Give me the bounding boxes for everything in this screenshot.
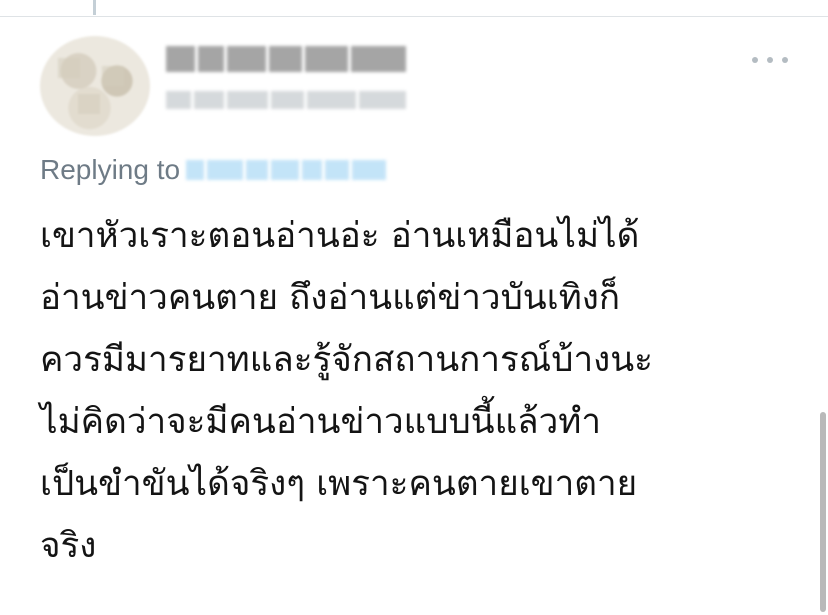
- avatar[interactable]: [40, 36, 150, 136]
- tweet-text-line: เขาหัวเราะตอนอ่านอ่ะ อ่านเหมือนไม่ได้: [40, 216, 640, 256]
- more-options-button[interactable]: [752, 50, 788, 70]
- tweet-text-line: ไม่คิดว่าจะมีคนอ่านข่าวแบบนี้แล้วทำ: [40, 402, 601, 442]
- tweet-text-line: เป็นขำขันได้จริงๆ เพราะคนตายเขาตาย: [40, 464, 638, 504]
- scrollbar-thumb[interactable]: [820, 412, 826, 612]
- more-horizontal-icon: [752, 57, 758, 63]
- reply-handle-link-redacted[interactable]: [186, 155, 392, 185]
- tweet-text: เขาหัวเราะตอนอ่านอ่ะ อ่านเหมือนไม่ได้ อ่…: [40, 205, 780, 577]
- top-divider: [0, 0, 828, 17]
- tweet-text-line: ควรมีมารยาทและรู้จักสถานการณ์บ้างนะ: [40, 340, 653, 380]
- more-horizontal-icon: [767, 57, 773, 63]
- more-horizontal-icon: [782, 57, 788, 63]
- author-display-name-redacted[interactable]: [166, 42, 406, 76]
- avatar-pixel: [102, 66, 124, 86]
- avatar-pixel: [78, 94, 100, 114]
- author-handle-redacted: [166, 86, 406, 114]
- tweet-text-line: จริง: [40, 526, 97, 566]
- replying-to-label: Replying to: [40, 154, 181, 185]
- tweet-text-line: อ่านข่าวคนตาย ถึงอ่านแต่ข่าวบันเทิงก็: [40, 278, 621, 318]
- replying-to-line: Replying to: [40, 150, 392, 190]
- avatar-pixel: [58, 58, 80, 78]
- thread-connector-line: [93, 0, 96, 15]
